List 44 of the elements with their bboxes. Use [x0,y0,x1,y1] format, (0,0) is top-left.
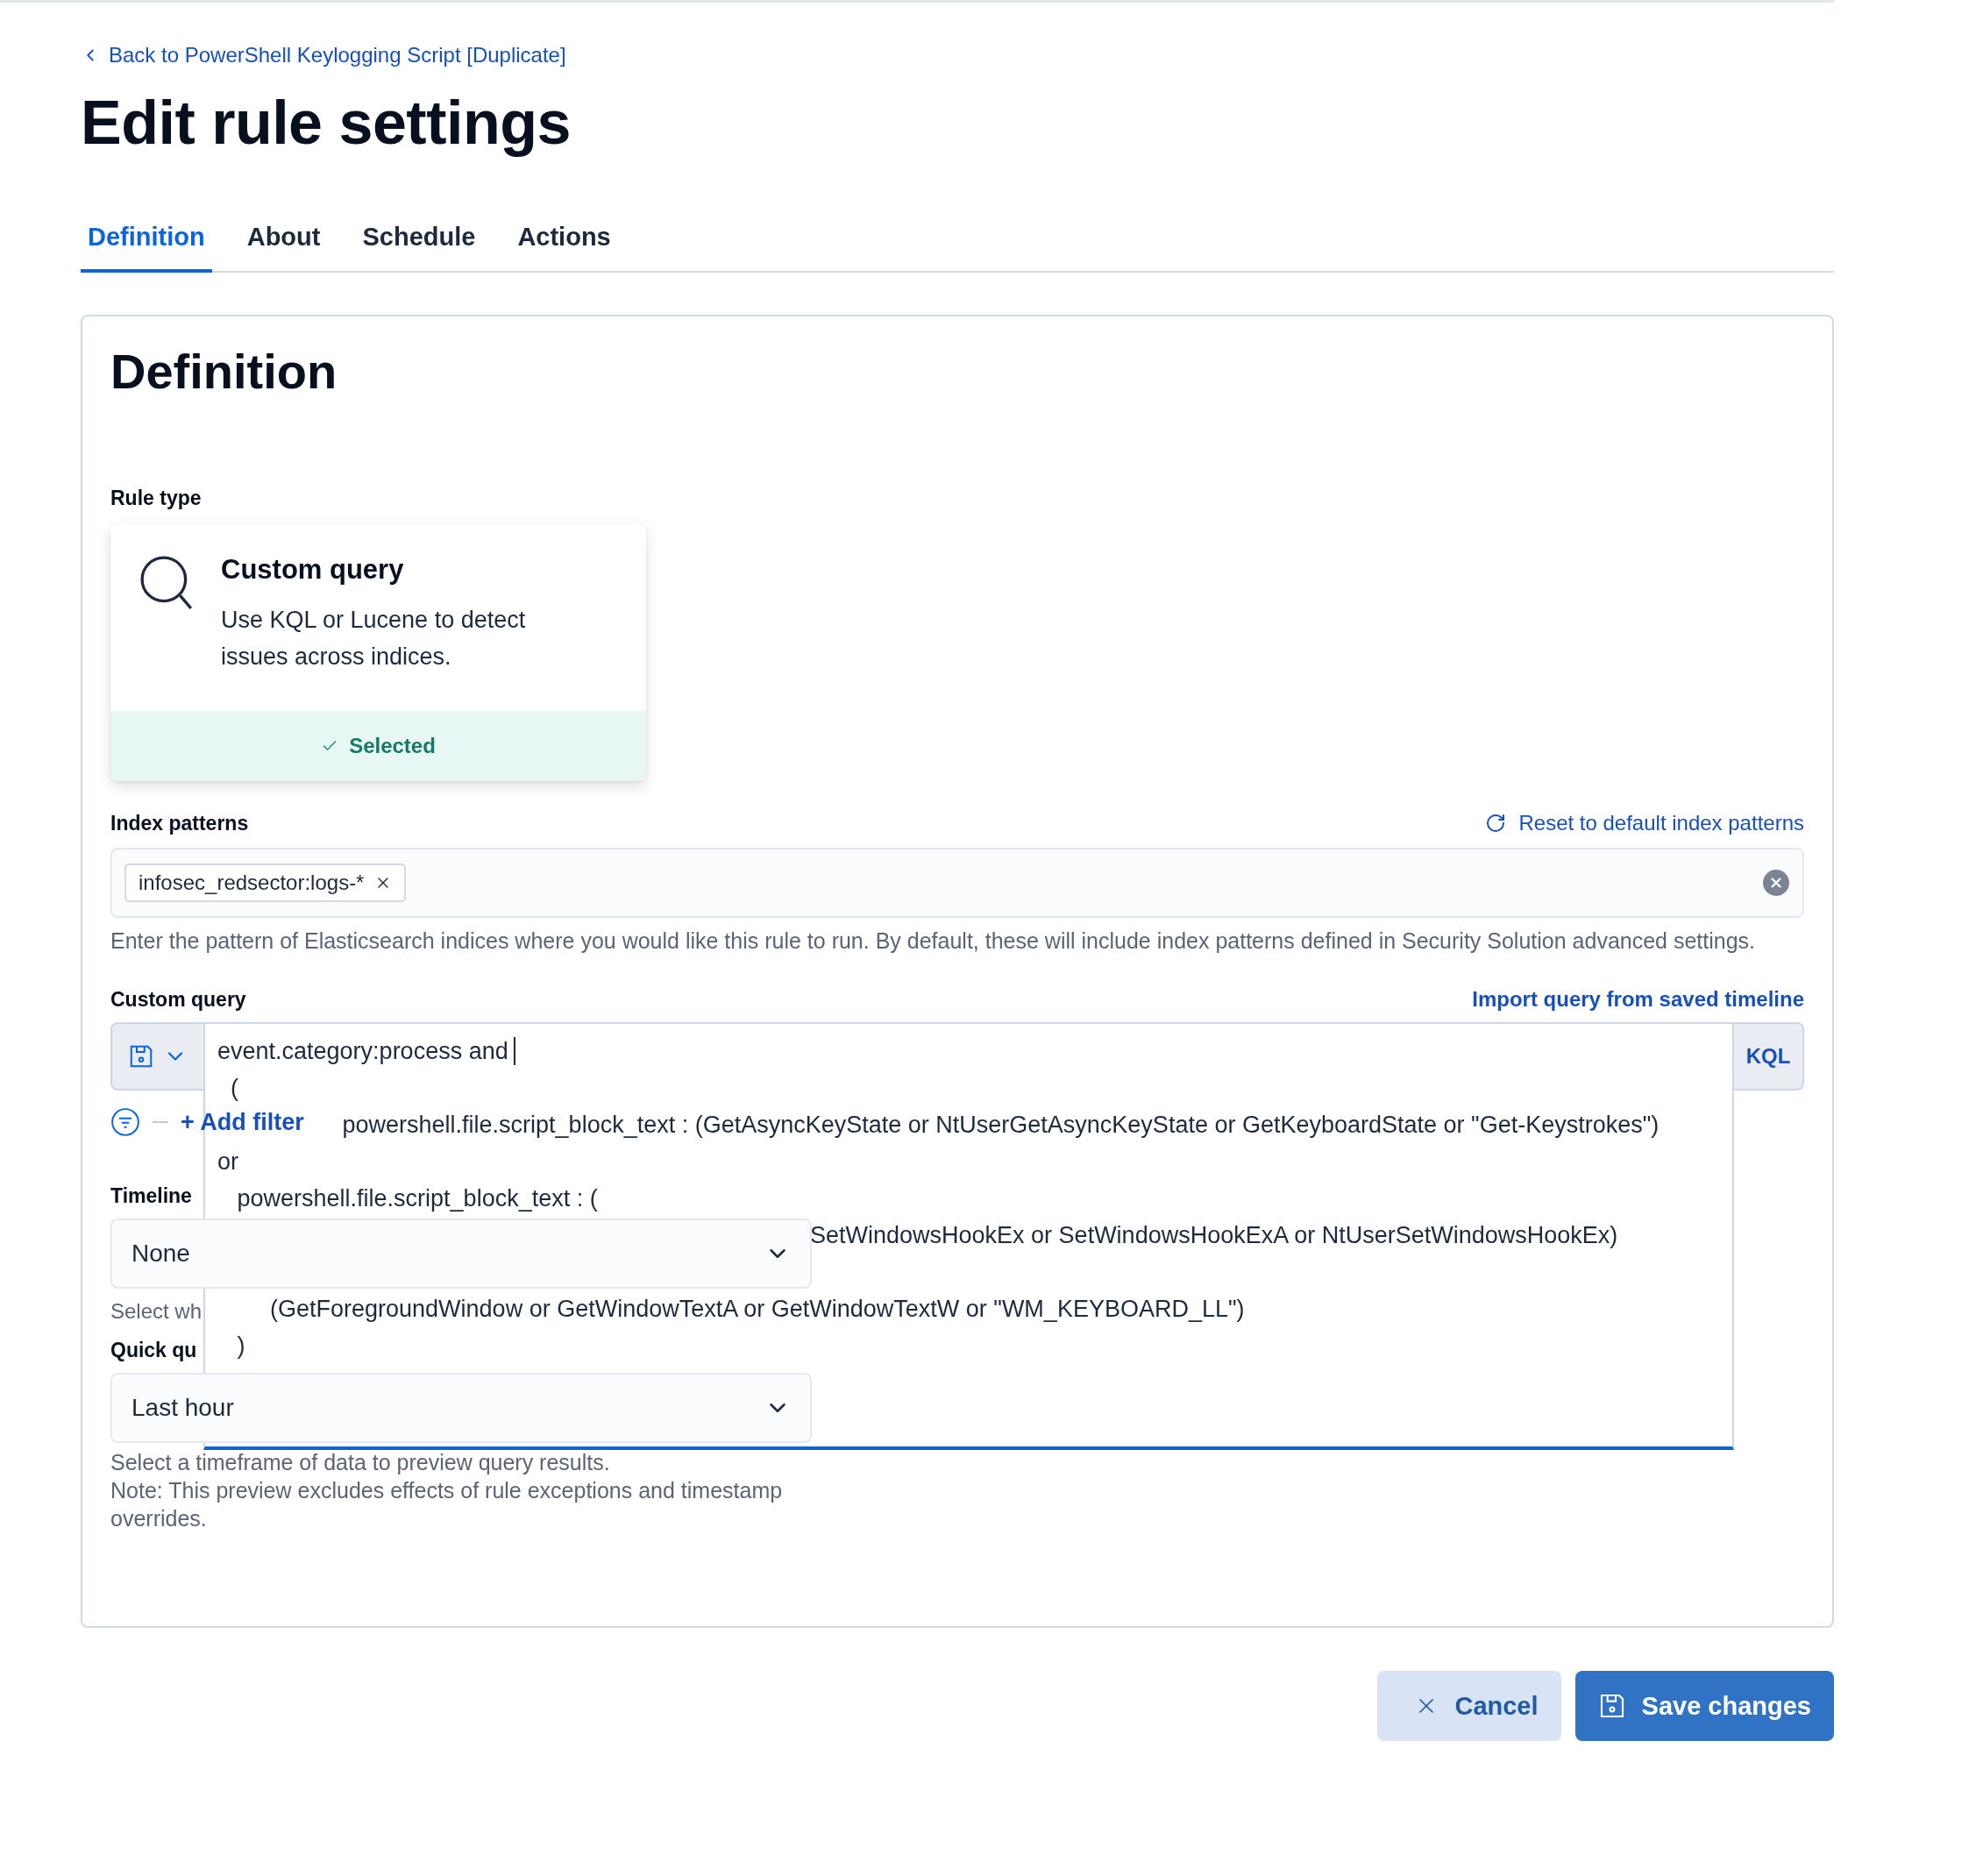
timeline-select[interactable]: None [110,1219,812,1289]
field-label: Rule type [110,486,202,510]
time-range-select[interactable]: Last hour [110,1373,812,1443]
reset-link[interactable]: Reset to default index patterns [1485,811,1804,835]
save-icon [128,1043,154,1069]
tab[interactable]: Schedule [355,216,483,273]
index-tag: infosec_redsector:logs-* [124,863,407,902]
import-link[interactable]: Import query from saved timeline [1472,987,1804,1012]
saved-query-button[interactable] [110,1022,203,1091]
query-line: ( [230,1074,238,1103]
language-button[interactable]: KQL [1734,1022,1804,1091]
query-line: (GetForegroundWindow or GetWindowTextA or GetWindowTextW or "WM_KEYBOARD_LL") [269,1295,1245,1324]
query-line: event.category:process and [217,1037,508,1066]
selected-status: Selected [110,711,646,781]
reset-icon [1485,813,1507,834]
clear-icon[interactable] [1762,869,1790,897]
add-filter-link[interactable]: + Add filter [181,1108,304,1136]
help-text: Enter the pattern of Elasticsearch indices where you would like this rule to run. By default, these will include index patterns defined in Security Solution advanced settings. [110,927,1757,955]
section-title: Definition [110,343,338,400]
text-cursor [513,1037,515,1065]
index-pattern-field[interactable]: infosec_redsector:logs-* [110,848,1804,918]
card-description: Use KQL or Lucene to detect issues across indices. [221,606,527,672]
rule-type-card[interactable]: Custom query Use KQL or Lucene to detect issues across indices. Selected [110,524,646,781]
query-line: powershell.file.script_block_text : (GetAsyncKeyState or NtUserGetAsyncKeyState or GetKeyboardState or "Get-Keystrokes") [341,1111,1660,1140]
tab[interactable]: Definition [81,216,212,273]
save-button[interactable]: Save changes [1574,1671,1834,1741]
tab[interactable]: Actions [510,216,618,273]
tab[interactable]: About [239,216,328,273]
query-line: SetWindowsHookEx or SetWindowsHookExA or NtUserSetWindowsHookEx) [810,1221,1618,1250]
cancel-button[interactable]: Cancel [1377,1671,1561,1741]
back-link[interactable]: Back to PowerShell Keylogging Script [Duplicate] [81,43,566,68]
filter-icon[interactable] [110,1107,140,1137]
help-text: Note: This preview excludes effects of rule exceptions and timestamp overrides. [110,1477,784,1532]
query-line: or [217,1148,238,1176]
field-label: Index patterns [110,811,249,835]
field-label: Timeline [110,1183,192,1208]
help-text: Select wh [110,1298,203,1325]
page-title: Edit rule settings [81,88,572,158]
query-line: ) [236,1332,245,1361]
card-title: Custom query [221,554,405,586]
field-label: Quick qu [110,1338,197,1362]
field-label: Custom query [110,987,246,1012]
help-text: Select a timeframe of data to preview query results. [110,1449,611,1476]
query-line: powershell.file.script_block_text : ( [236,1184,598,1213]
